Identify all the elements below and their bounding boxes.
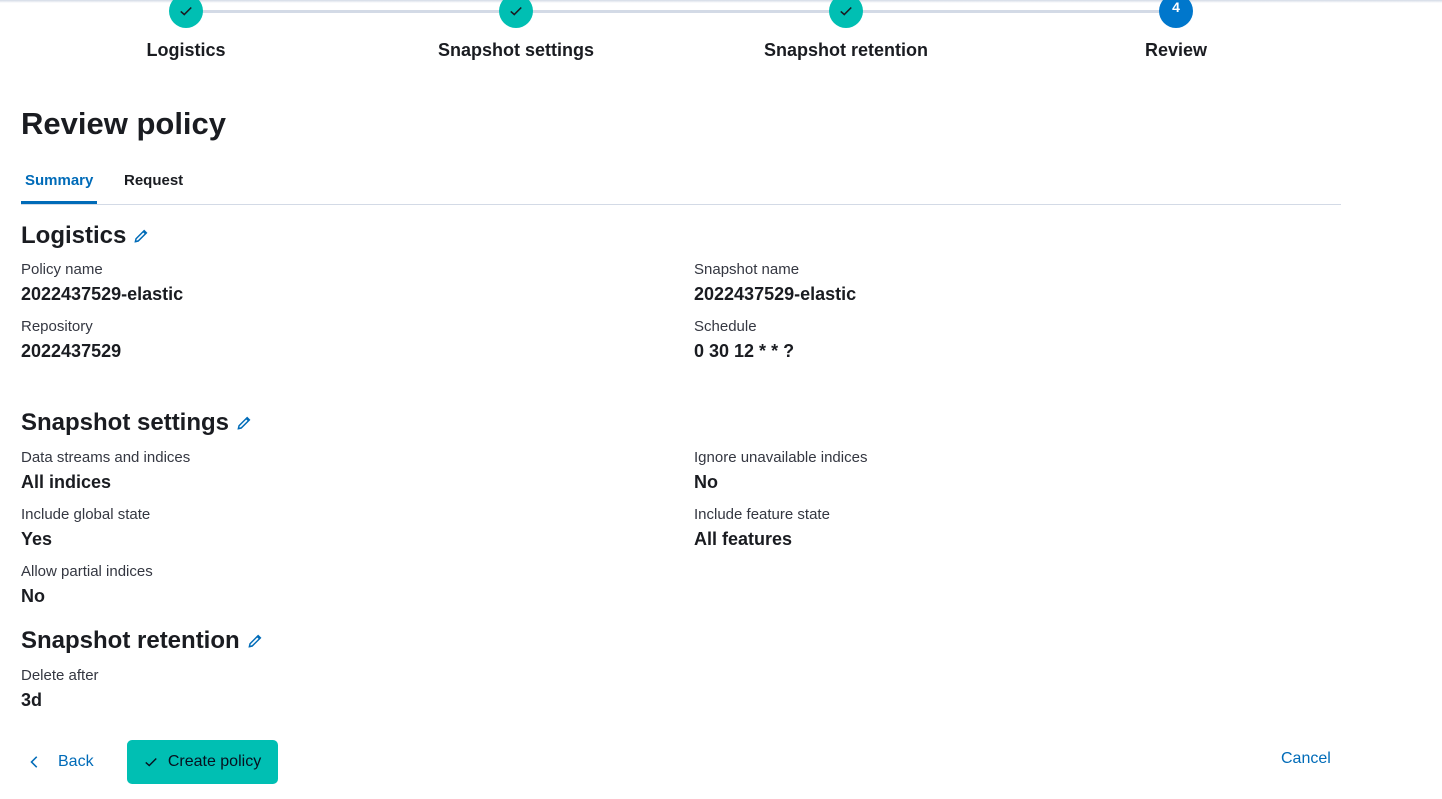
- field-label: Ignore unavailable indices: [694, 449, 868, 466]
- create-policy-label: Create policy: [167, 753, 262, 770]
- step-title: Review: [1144, 40, 1208, 60]
- pencil-icon[interactable]: [132, 227, 150, 245]
- step-number: 4: [1172, 0, 1180, 15]
- field-schedule: Schedule 0 30 12 * * ?: [694, 318, 794, 362]
- section-title-snapshot-settings: Snapshot settings: [21, 409, 253, 437]
- section-title-snapshot-retention: Snapshot retention: [21, 627, 264, 655]
- step-complete-indicator: [499, 0, 533, 28]
- section-title-text: Snapshot settings: [21, 409, 230, 436]
- check-icon: [840, 6, 852, 16]
- pencil-icon[interactable]: [246, 632, 264, 650]
- field-label: Snapshot name: [694, 261, 800, 278]
- field-delete-after: Delete after 3d: [21, 667, 99, 711]
- field-snapshot-name: Snapshot name 2022437529-elastic: [694, 261, 856, 305]
- field-label: Schedule: [694, 318, 757, 335]
- create-policy-button[interactable]: Create policy: [127, 740, 278, 784]
- field-value: 2022437529: [21, 341, 122, 361]
- step-complete-indicator: [169, 0, 203, 28]
- step-title: Logistics: [146, 40, 226, 60]
- field-value: No: [694, 472, 718, 492]
- cancel-button[interactable]: Cancel: [1281, 750, 1331, 768]
- field-label: Data streams and indices: [21, 449, 191, 466]
- field-value: 0 30 12 * * ?: [694, 341, 795, 361]
- step-complete-indicator: [829, 0, 863, 28]
- section-title-text: Logistics: [21, 222, 127, 249]
- field-value: 2022437529-elastic: [694, 284, 857, 304]
- chevron-left-icon: [30, 756, 38, 768]
- check-icon: [180, 6, 192, 16]
- steps-progress: Logistics Snapshot settings Snapshot ret…: [21, 0, 1341, 70]
- check-icon: [510, 6, 522, 16]
- field-label: Include global state: [21, 506, 151, 523]
- field-value: Yes: [21, 529, 53, 549]
- section-title-logistics: Logistics: [21, 222, 150, 250]
- field-value: No: [21, 586, 45, 606]
- tab-summary[interactable]: Summary: [21, 172, 98, 204]
- step-number-indicator: 4: [1159, 0, 1193, 28]
- field-policy-name: Policy name 2022437529-elastic: [21, 261, 183, 305]
- field-value: 3d: [21, 690, 43, 710]
- back-button-label: Back: [58, 753, 94, 770]
- field-label: Include feature state: [694, 506, 830, 523]
- tab-request[interactable]: Request: [120, 172, 187, 201]
- field-value: All indices: [21, 472, 112, 492]
- field-repository: Repository 2022437529: [21, 318, 121, 362]
- back-button[interactable]: Back: [28, 744, 94, 780]
- tabs: Summary Request: [21, 162, 1341, 205]
- field-value: All features: [694, 529, 793, 549]
- section-title-text: Snapshot retention: [21, 627, 240, 654]
- field-include-feature-state: Include feature state All features: [694, 506, 830, 550]
- step-title: Snapshot settings: [437, 40, 594, 60]
- step-title: Snapshot retention: [763, 40, 928, 60]
- field-value: 2022437529-elastic: [21, 284, 184, 304]
- field-ignore-unavailable: Ignore unavailable indices No: [694, 449, 867, 493]
- field-label: Repository: [21, 318, 93, 335]
- field-data-streams: Data streams and indices All indices: [21, 449, 190, 493]
- field-label: Policy name: [21, 261, 103, 278]
- field-include-global-state: Include global state Yes: [21, 506, 150, 550]
- field-label: Delete after: [21, 667, 99, 684]
- field-allow-partial: Allow partial indices No: [21, 563, 153, 607]
- step-connector: [201, 10, 1181, 13]
- page-title: Review policy: [21, 106, 227, 141]
- pencil-icon[interactable]: [235, 414, 253, 432]
- check-icon: [145, 758, 157, 767]
- field-label: Allow partial indices: [21, 563, 153, 580]
